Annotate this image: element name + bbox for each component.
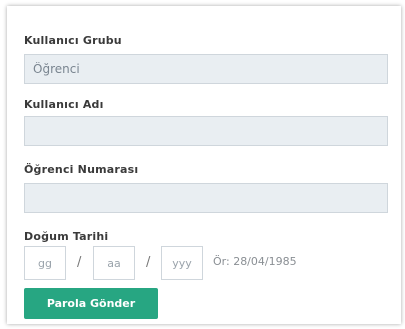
birth-year-input[interactable] xyxy=(161,246,203,280)
birth-day-input[interactable] xyxy=(24,246,66,280)
user-group-field[interactable] xyxy=(24,54,388,84)
send-password-button[interactable]: Parola Gönder xyxy=(24,288,158,319)
username-label: Kullanıcı Adı xyxy=(24,98,104,111)
birth-date-label: Doğum Tarihi xyxy=(24,230,109,243)
student-number-label: Öğrenci Numarası xyxy=(24,163,139,176)
birth-month-input[interactable] xyxy=(93,246,135,280)
date-format-hint: Ör: 28/04/1985 xyxy=(213,255,297,268)
password-form: Kullanıcı Grubu Kullanıcı Adı Öğrenci Nu… xyxy=(7,6,401,324)
student-number-input[interactable] xyxy=(24,183,388,213)
date-separator: / xyxy=(146,255,151,270)
date-separator: / xyxy=(77,255,82,270)
user-group-label: Kullanıcı Grubu xyxy=(24,34,122,47)
username-input[interactable] xyxy=(24,116,388,146)
